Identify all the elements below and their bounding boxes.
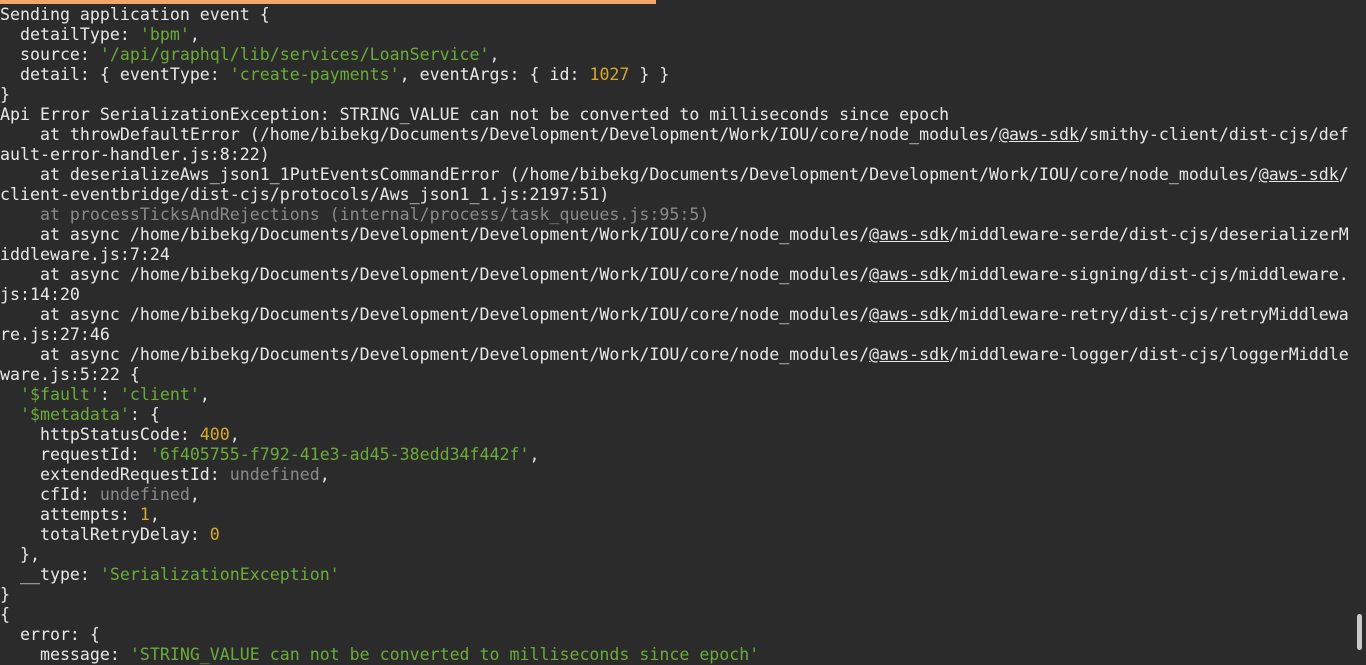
aws-sdk-link[interactable]: @aws-sdk <box>869 305 949 324</box>
log-line: cfId: undefined, <box>0 485 200 504</box>
stack-line: at async /home/bibekg/Documents/Developm… <box>0 225 1349 244</box>
log-line: httpStatusCode: 400, <box>0 425 240 444</box>
log-line: message: 'STRING_VALUE can not be conver… <box>0 645 760 664</box>
log-line: { <box>0 605 10 624</box>
log-line: }, <box>0 545 40 564</box>
log-line: totalRetryDelay: 0 <box>0 525 220 544</box>
log-line: '$metadata': { <box>19 405 160 424</box>
stack-line: at processTicksAndRejections (internal/p… <box>0 205 710 224</box>
scrollbar[interactable] <box>1352 0 1366 658</box>
scrollbar-thumb[interactable] <box>1357 614 1362 650</box>
stack-line: at throwDefaultError (/home/bibekg/Docum… <box>0 125 1349 144</box>
stack-line: iddleware.js:7:24 <box>0 245 170 264</box>
stack-line: ault-error-handler.js:8:22) <box>0 145 270 164</box>
log-line: } <box>0 585 10 604</box>
stack-line: at async /home/bibekg/Documents/Developm… <box>0 265 1349 284</box>
aws-sdk-link[interactable]: @aws-sdk <box>869 225 949 244</box>
stack-line: at async /home/bibekg/Documents/Developm… <box>0 345 1349 364</box>
aws-sdk-link[interactable]: @aws-sdk <box>999 125 1079 144</box>
log-line: Sending application event { <box>0 5 270 24</box>
stack-line: ware.js:5:22 { <box>0 365 140 384</box>
stack-line: js:14:20 <box>0 285 80 304</box>
progress-indicator <box>0 0 656 4</box>
stack-line: at deserializeAws_json1_1PutEventsComman… <box>0 165 1349 184</box>
log-line: source: '/api/graphql/lib/services/LoanS… <box>0 45 500 64</box>
stack-line: re.js:27:46 <box>0 325 110 344</box>
aws-sdk-link[interactable]: @aws-sdk <box>1259 165 1339 184</box>
stack-line: client-eventbridge/dist-cjs/protocols/Aw… <box>0 185 610 204</box>
error-title: Api Error SerializationException: STRING… <box>0 105 950 124</box>
stack-line: at async /home/bibekg/Documents/Developm… <box>0 305 1349 324</box>
log-line: detail: { eventType: 'create-payments', … <box>0 65 670 84</box>
log-line: extendedRequestId: undefined, <box>0 465 330 484</box>
aws-sdk-link[interactable]: @aws-sdk <box>869 265 949 284</box>
log-line: detailType: 'bpm', <box>0 25 200 44</box>
log-line: } <box>0 85 10 104</box>
log-line: requestId: '6f405755-f792-41e3-ad45-38ed… <box>0 445 540 464</box>
log-line: __type: 'SerializationException' <box>0 565 340 584</box>
log-line: '$fault': 'client', <box>19 385 210 404</box>
aws-sdk-link[interactable]: @aws-sdk <box>869 345 949 364</box>
terminal-output: Sending application event { detailType: … <box>0 5 1352 665</box>
log-line: attempts: 1, <box>0 505 160 524</box>
log-line: error: { <box>0 625 100 644</box>
